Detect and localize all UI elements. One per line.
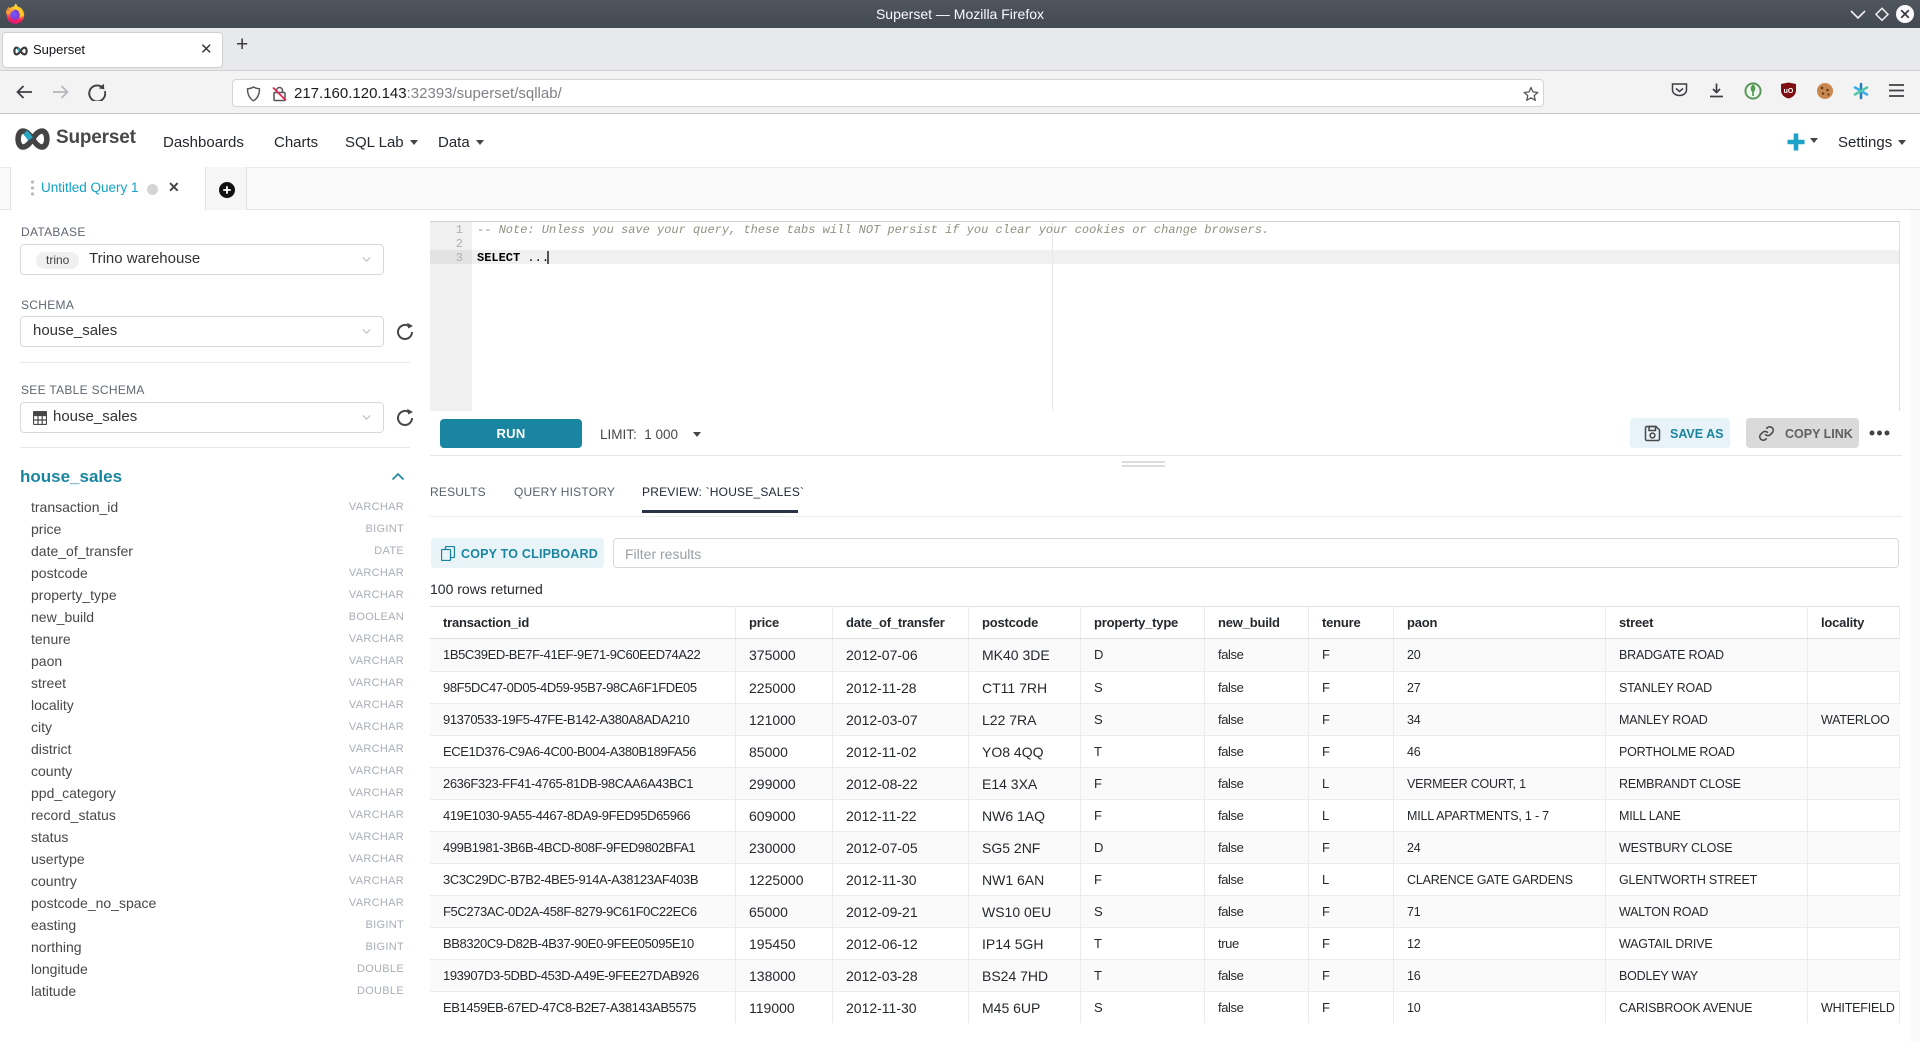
svg-text:uO: uO bbox=[1784, 88, 1794, 95]
